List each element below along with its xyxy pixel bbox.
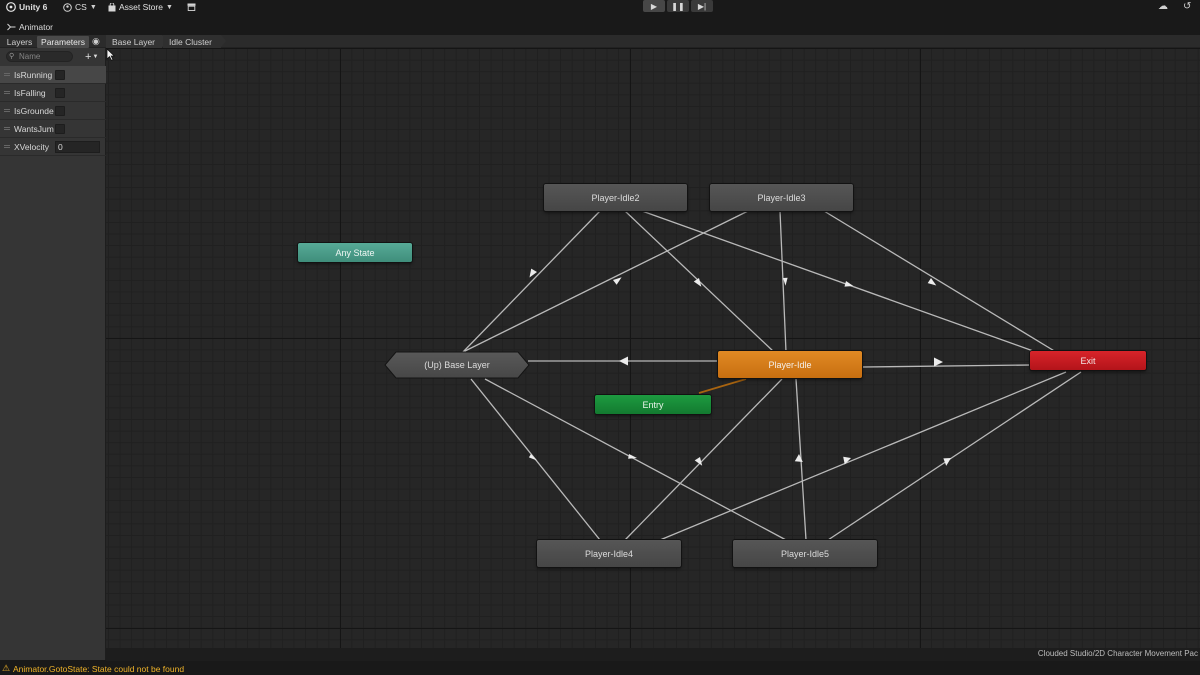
- state-machine-graph[interactable]: Player-Idle2 Player-Idle3 Any State (Up)…: [106, 48, 1200, 648]
- asset-store-label: Asset Store: [119, 2, 163, 12]
- add-parameter-button[interactable]: + ▼: [85, 50, 98, 63]
- window-tab-bar: Animator: [0, 20, 1200, 35]
- pause-button[interactable]: ❚❚: [667, 0, 689, 12]
- parameter-search-input[interactable]: [6, 51, 73, 62]
- eye-icon[interactable]: ◉: [92, 36, 100, 47]
- animator-window-tab[interactable]: Animator: [7, 22, 53, 32]
- drag-handle-icon[interactable]: [4, 127, 10, 130]
- asset-store-dropdown[interactable]: Asset Store ▼: [108, 1, 173, 13]
- package-button[interactable]: [187, 1, 196, 13]
- state-entry[interactable]: Entry: [595, 395, 711, 414]
- parameter-row-xvelocity[interactable]: XVelocity: [0, 138, 106, 156]
- main-toolbar: Unity 6 CS ▼ Asset Store ▼ ▶ ❚❚ ▶| ☁ ↺: [0, 0, 1200, 14]
- transition[interactable]: [462, 210, 601, 353]
- console-status-bar[interactable]: ⚠ Animator.GotoState: State could not be…: [0, 661, 1200, 675]
- state-exit[interactable]: Exit: [1030, 351, 1146, 370]
- step-icon: ▶|: [697, 1, 707, 11]
- tab-layers[interactable]: Layers: [3, 36, 36, 48]
- chevron-down-icon: ▼: [89, 3, 97, 11]
- state-player-idle3[interactable]: Player-Idle3: [710, 184, 853, 211]
- default-transition[interactable]: [698, 378, 747, 394]
- breadcrumb-idle-cluster[interactable]: Idle Cluster: [163, 35, 221, 48]
- play-button[interactable]: ▶: [643, 0, 665, 12]
- parameter-name[interactable]: IsFalling: [14, 88, 54, 98]
- transition[interactable]: [827, 371, 1082, 541]
- warning-icon: ⚠: [2, 663, 11, 673]
- transition-arrow: [628, 454, 637, 459]
- state-player-idle2[interactable]: Player-Idle2: [544, 184, 687, 211]
- drag-handle-icon[interactable]: [4, 91, 10, 94]
- chevron-down-icon: ▼: [165, 3, 173, 11]
- account-icon: [63, 2, 72, 12]
- plus-icon: +: [85, 50, 92, 63]
- parameter-search-row: ⚲ + ▼: [0, 48, 106, 66]
- playmode-controls: ▶ ❚❚ ▶|: [643, 0, 713, 13]
- parameters-panel: ⚲ + ▼ IsRunning IsFalling IsGrounde Want…: [0, 48, 106, 660]
- transition[interactable]: [823, 210, 1057, 353]
- state-player-idle-default[interactable]: Player-Idle: [718, 351, 862, 378]
- pause-icon: ❚❚: [671, 1, 685, 11]
- transition-arrow: [794, 454, 803, 462]
- drag-handle-icon[interactable]: [4, 145, 10, 148]
- account-label: CS: [75, 2, 87, 12]
- account-dropdown[interactable]: CS ▼: [63, 1, 97, 13]
- graph-footer-bar: Clouded Studio/2D Character Movement Pac: [106, 648, 1200, 661]
- transition-arrow: [619, 356, 628, 366]
- unity-logo-icon: [6, 2, 16, 12]
- package-icon: [187, 3, 196, 11]
- search-icon: ⚲: [9, 53, 15, 60]
- parameter-name[interactable]: XVelocity: [14, 142, 54, 152]
- parameter-row-isrunning[interactable]: IsRunning: [0, 66, 106, 84]
- transition[interactable]: [861, 364, 1031, 368]
- drag-handle-icon[interactable]: [4, 73, 10, 76]
- parameter-bool-checkbox[interactable]: [55, 124, 65, 134]
- step-button[interactable]: ▶|: [691, 0, 713, 12]
- drag-handle-icon[interactable]: [4, 109, 10, 112]
- transition-arrow: [844, 281, 854, 287]
- transition[interactable]: [641, 210, 1037, 353]
- chevron-down-icon: ▼: [92, 53, 99, 60]
- state-any-state[interactable]: Any State: [298, 243, 412, 262]
- unity-label: Unity 6: [19, 2, 48, 12]
- mouse-cursor-icon: [106, 48, 115, 61]
- animator-tab-label: Animator: [19, 22, 54, 32]
- transition[interactable]: [462, 210, 749, 353]
- state-up-base-layer[interactable]: (Up) Base Layer: [384, 351, 530, 379]
- parameter-bool-checkbox[interactable]: [55, 70, 65, 80]
- shopping-bag-icon: [108, 2, 116, 11]
- transition-arrow: [528, 454, 538, 461]
- animator-icon: [7, 23, 16, 31]
- state-label: (Up) Base Layer: [424, 360, 490, 370]
- asset-path-label: Clouded Studio/2D Character Movement Pac: [1037, 649, 1198, 658]
- parameter-row-isfalling[interactable]: IsFalling: [0, 84, 106, 102]
- cloud-icon[interactable]: ☁: [1158, 1, 1168, 12]
- parameter-row-wantsjump[interactable]: WantsJum: [0, 120, 106, 138]
- state-player-idle5[interactable]: Player-Idle5: [733, 540, 877, 567]
- unity-menu[interactable]: Unity 6: [6, 1, 47, 13]
- status-message[interactable]: Animator.GotoState: State could not be f…: [13, 664, 184, 674]
- parameter-float-field[interactable]: [55, 141, 100, 153]
- state-player-idle4[interactable]: Player-Idle4: [537, 540, 681, 567]
- tab-parameters[interactable]: Parameters: [37, 36, 89, 48]
- parameter-bool-checkbox[interactable]: [55, 88, 65, 98]
- parameter-name[interactable]: IsGrounde: [14, 106, 54, 116]
- play-icon: ▶: [650, 1, 658, 11]
- breadcrumb-base-layer[interactable]: Base Layer: [106, 35, 162, 48]
- parameter-name[interactable]: IsRunning: [14, 70, 54, 80]
- parameter-name[interactable]: WantsJum: [14, 124, 54, 134]
- parameter-bool-checkbox[interactable]: [55, 106, 65, 116]
- parameter-row-isgrounded[interactable]: IsGrounde: [0, 102, 106, 120]
- history-icon[interactable]: ↺: [1183, 1, 1191, 12]
- animator-toolbar: Layers Parameters ◉ Base Layer Idle Clus…: [0, 35, 1200, 48]
- transition-arrow: [613, 277, 622, 285]
- transition-arrow: [934, 357, 943, 367]
- breadcrumb-separator: [221, 35, 226, 47]
- transition[interactable]: [659, 371, 1067, 541]
